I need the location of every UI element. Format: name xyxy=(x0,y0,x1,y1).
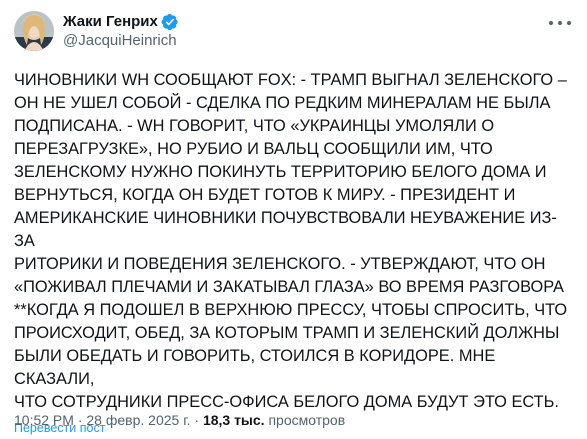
views-count: 18,3 тыс. xyxy=(202,412,265,428)
meta-separator: · xyxy=(190,412,203,428)
author-display-name[interactable]: Жаки Генрих xyxy=(63,12,158,31)
tweet-card: Жаки Генрих @JacquiHeinrich ЧИНОВНИКИ WH… xyxy=(0,0,587,439)
more-dot xyxy=(558,21,562,25)
more-options-icon[interactable] xyxy=(549,16,571,30)
more-dot xyxy=(567,21,571,25)
tweet-time[interactable]: 10:52 PM xyxy=(14,412,74,428)
tweet-meta: 10:52 PM · 28 февр. 2025 г. · 18,3 тыс. … xyxy=(14,411,345,429)
name-row: Жаки Генрих xyxy=(63,12,179,31)
verified-badge-icon xyxy=(161,13,179,31)
views-label: просмотров xyxy=(268,412,346,428)
avatar-image xyxy=(14,11,54,51)
tweet-text: ЧИНОВНИКИ WH СООБЩАЮТ FOX: - ТРАМП ВЫГНА… xyxy=(14,71,568,411)
more-dot xyxy=(549,21,553,25)
meta-separator: · xyxy=(73,412,87,428)
tweet-date[interactable]: 28 февр. 2025 г. xyxy=(86,412,190,428)
author-names: Жаки Генрих @JacquiHeinrich xyxy=(63,12,179,50)
avatar[interactable] xyxy=(14,11,54,51)
author-handle[interactable]: @JacquiHeinrich xyxy=(63,31,179,50)
tweet-header: Жаки Генрих @JacquiHeinrich xyxy=(14,10,573,52)
